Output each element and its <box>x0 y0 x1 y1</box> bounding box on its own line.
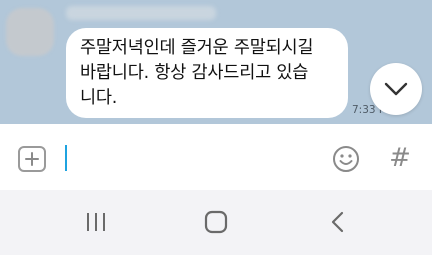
back-button[interactable] <box>328 210 346 234</box>
emoji-button[interactable] <box>332 145 360 173</box>
home-icon <box>204 210 228 234</box>
recents-icon <box>87 213 105 231</box>
emoji-icon <box>333 146 359 172</box>
avatar[interactable] <box>6 8 54 56</box>
message-text: 주말저녁인데 즐거운 주말되시길 바랍니다. 항상 감사드리고 있습 니다. <box>80 38 314 108</box>
hashtag-button[interactable]: # <box>386 142 414 174</box>
scroll-to-bottom-button[interactable] <box>370 63 422 115</box>
chevron-down-icon <box>384 82 408 96</box>
chat-area: 주말저녁인데 즐거운 주말되시길 바랍니다. 항상 감사드리고 있습 니다. 7… <box>0 0 432 124</box>
sender-name <box>66 6 216 20</box>
attach-button[interactable] <box>18 146 46 172</box>
plus-icon <box>25 152 39 166</box>
home-button[interactable] <box>204 210 228 234</box>
message-input-field[interactable] <box>65 145 67 171</box>
recents-button[interactable] <box>85 212 107 232</box>
message-bubble[interactable]: 주말저녁인데 즐거운 주말되시길 바랍니다. 항상 감사드리고 있습 니다. <box>66 28 348 118</box>
back-icon <box>331 211 344 233</box>
